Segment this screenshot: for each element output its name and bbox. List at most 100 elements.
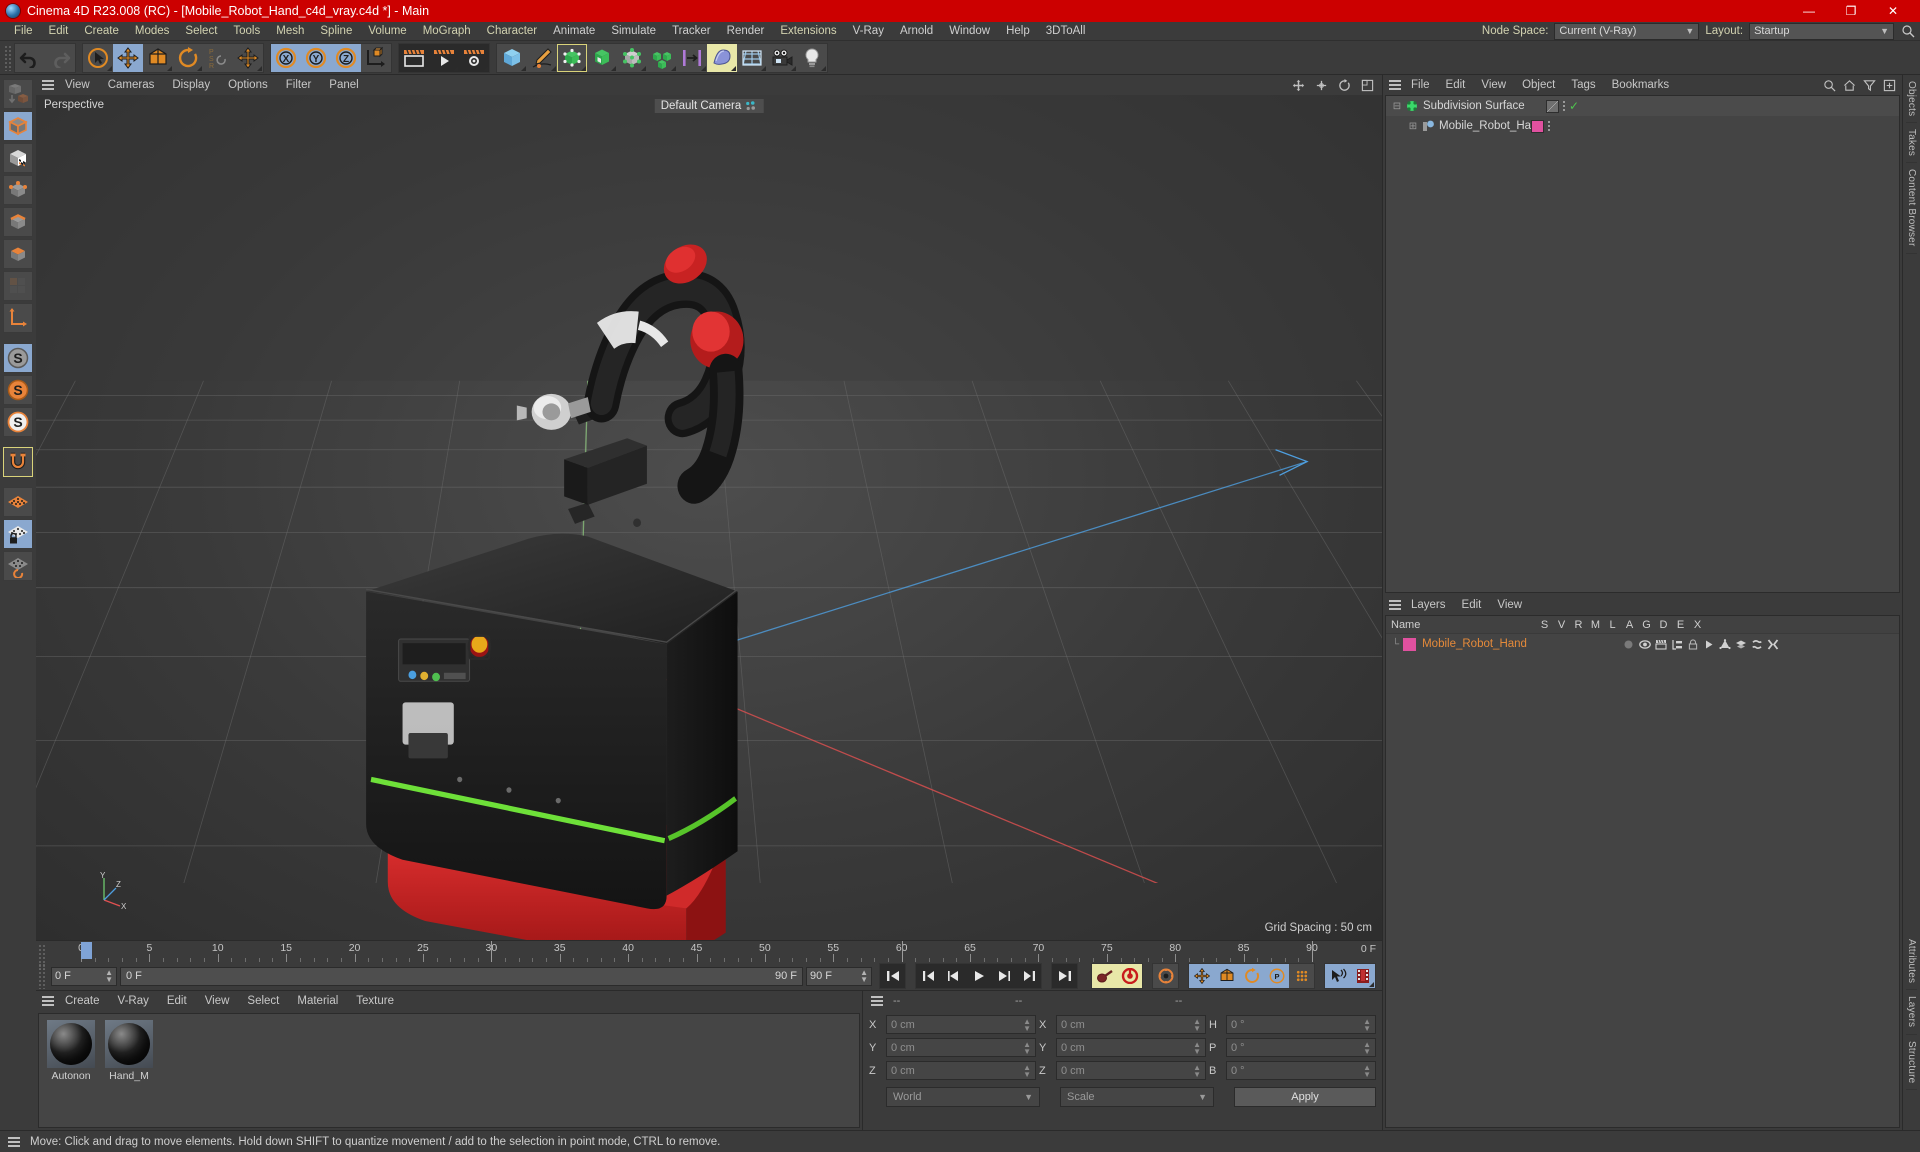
size-y-field[interactable]: 0 cm ▲ ▼ [1056, 1038, 1206, 1057]
viewport-menu-icon[interactable] [40, 78, 56, 92]
rotation-h-field[interactable]: 0 ° ▲ ▼ [1226, 1015, 1376, 1034]
coordinates-menu-icon[interactable] [869, 994, 885, 1008]
dock-tab-attributes[interactable]: Attributes [1906, 933, 1917, 991]
record-parameter-button[interactable]: P [1264, 964, 1289, 988]
spinner-icon[interactable]: ▲ ▼ [1023, 1063, 1031, 1078]
enable-axis-modification-button[interactable]: S [3, 343, 33, 373]
manager-icon[interactable] [1670, 638, 1683, 651]
keyframe-selection-button[interactable] [1350, 964, 1375, 988]
rotation-b-field[interactable]: 0 ° ▲ ▼ [1226, 1061, 1376, 1080]
live-selection-tool[interactable] [83, 43, 113, 72]
minimize-button[interactable]: — [1788, 0, 1830, 22]
light-button[interactable] [797, 43, 827, 72]
menu-volume[interactable]: Volume [360, 22, 414, 41]
apply-button[interactable]: Apply [1234, 1087, 1376, 1107]
soft-selection-button[interactable]: S [3, 375, 33, 405]
lock-y-axis-button[interactable]: Y [301, 43, 331, 72]
menu-mograph[interactable]: MoGraph [415, 22, 479, 41]
material-item[interactable]: Autonon [47, 1020, 95, 1082]
home-icon[interactable] [1843, 79, 1856, 92]
record-rotation-button[interactable] [1239, 964, 1264, 988]
mograph-cloner-button[interactable] [647, 43, 677, 72]
dock-tab-takes[interactable]: Takes [1906, 123, 1917, 164]
timeline-playhead[interactable] [81, 942, 92, 959]
workplane-button[interactable]: S [3, 407, 33, 437]
frame-range-bar[interactable]: 0 F 90 F [120, 966, 803, 986]
material-menu-texture[interactable]: Texture [347, 991, 403, 1011]
menu-select[interactable]: Select [177, 22, 225, 41]
menu-3dtoall[interactable]: 3DToAll [1038, 22, 1094, 41]
layer-color-swatch[interactable] [1403, 637, 1417, 651]
om-menu-edit[interactable]: Edit [1438, 75, 1474, 95]
timeline-ruler[interactable]: 051015202530354045505560657075808590 0 F [36, 940, 1382, 970]
material-menu-icon[interactable] [40, 994, 56, 1008]
texture-mode-button[interactable] [3, 143, 33, 173]
menu-tracker[interactable]: Tracker [664, 22, 719, 41]
spinner-icon[interactable]: ▲ ▼ [1363, 1017, 1371, 1032]
viewport-menu-filter[interactable]: Filter [277, 75, 321, 95]
model-mode-button[interactable] [3, 111, 33, 141]
spinner-icon[interactable]: ▲ ▼ [1023, 1040, 1031, 1055]
viewport-3d[interactable]: Perspective Default Camera Grid Spacing … [36, 95, 1382, 940]
viewport-menu-display[interactable]: Display [163, 75, 219, 95]
object-tree[interactable]: ⊟ Subdivision Surface ✓ ⊞ Mobile_Robot_H… [1385, 95, 1900, 593]
menu-render[interactable]: Render [719, 22, 773, 41]
spinner-icon[interactable]: ▲ ▼ [1363, 1040, 1371, 1055]
polygon-mode-button[interactable] [3, 239, 33, 269]
viewport-menu-cameras[interactable]: Cameras [99, 75, 164, 95]
quantize-button[interactable] [3, 487, 33, 517]
viewport-menu-view[interactable]: View [56, 75, 99, 95]
menu-arnold[interactable]: Arnold [892, 22, 941, 41]
maximize-icon[interactable] [1361, 79, 1374, 92]
rotate-tool[interactable] [173, 43, 203, 72]
render-to-picture-viewer-button[interactable] [429, 43, 459, 72]
menu-create[interactable]: Create [76, 22, 127, 41]
lock-x-axis-button[interactable]: X [271, 43, 301, 72]
material-menu-select[interactable]: Select [238, 991, 288, 1011]
menu-animate[interactable]: Animate [545, 22, 603, 41]
field-button[interactable] [677, 43, 707, 72]
current-frame-field[interactable]: 0 F ▲ ▼ [51, 966, 117, 986]
axis-mode-button[interactable] [3, 303, 33, 333]
undo-button[interactable] [15, 43, 45, 72]
layer-menu-layers[interactable]: Layers [1403, 595, 1454, 615]
position-z-field[interactable]: 0 cm ▲ ▼ [886, 1061, 1036, 1080]
material-menu-edit[interactable]: Edit [158, 991, 196, 1011]
status-menu-icon[interactable] [6, 1135, 22, 1149]
search-icon[interactable] [1900, 23, 1916, 39]
dynamics-place-tool[interactable] [233, 43, 263, 72]
expression-icon[interactable] [1750, 638, 1763, 651]
spinner-icon[interactable]: ▲ ▼ [1193, 1063, 1201, 1078]
object-manager-menu-icon[interactable] [1387, 78, 1403, 92]
psr-tool[interactable]: PSR [203, 43, 233, 72]
make-editable-button[interactable] [3, 79, 33, 109]
pan-icon[interactable] [1292, 79, 1305, 92]
lock-z-axis-button[interactable]: Z [331, 43, 361, 72]
world-object-axis-button[interactable] [361, 43, 391, 72]
play-button[interactable] [966, 964, 991, 988]
point-mode-button[interactable] [3, 175, 33, 205]
scale-tool[interactable] [143, 43, 173, 72]
edge-mode-button[interactable] [3, 207, 33, 237]
xref-icon[interactable] [1766, 638, 1779, 651]
coordinate-mode-select[interactable]: Scale ▼ [1060, 1087, 1214, 1107]
material-menu-view[interactable]: View [196, 991, 239, 1011]
menu-tools[interactable]: Tools [225, 22, 268, 41]
viewport-camera-label[interactable]: Default Camera [654, 99, 764, 113]
record-pla-button[interactable] [1289, 964, 1314, 988]
position-y-field[interactable]: 0 cm ▲ ▼ [886, 1038, 1036, 1057]
spline-pen-button[interactable] [527, 43, 557, 72]
material-item[interactable]: Hand_M [105, 1020, 153, 1082]
layer-list[interactable]: Name S V R M L A G D E X └ Mobile_Robot_… [1385, 615, 1900, 1128]
deformer-icon[interactable] [1734, 638, 1747, 651]
om-menu-view[interactable]: View [1473, 75, 1514, 95]
om-menu-object[interactable]: Object [1514, 75, 1563, 95]
autokey-button[interactable] [1092, 964, 1117, 988]
previous-keyframe-button[interactable] [916, 964, 941, 988]
object-row-mobile-robot-hand[interactable]: ⊞ Mobile_Robot_Hand [1386, 116, 1899, 136]
render-icon[interactable] [1654, 638, 1667, 651]
go-to-end-button[interactable] [1052, 964, 1077, 988]
expand-toggle-icon[interactable]: ⊟ [1390, 101, 1404, 112]
move-tool[interactable] [113, 43, 143, 72]
material-menu-create[interactable]: Create [56, 991, 109, 1011]
